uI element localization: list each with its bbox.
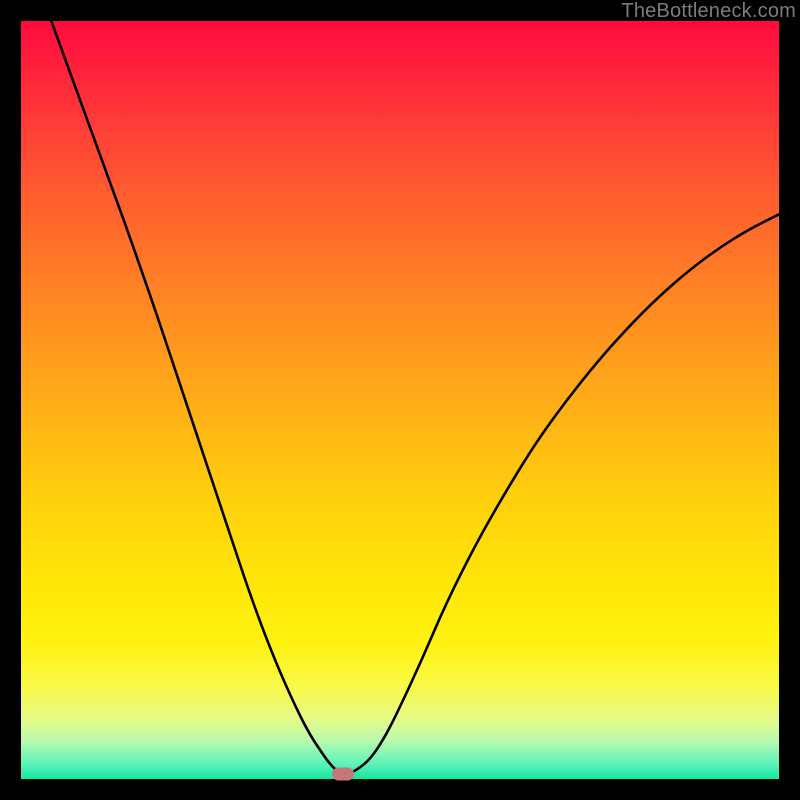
- chart-frame: TheBottleneck.com: [0, 0, 800, 800]
- watermark-text: TheBottleneck.com: [621, 0, 796, 23]
- minimum-marker: [332, 768, 354, 781]
- plot-area: [21, 21, 779, 779]
